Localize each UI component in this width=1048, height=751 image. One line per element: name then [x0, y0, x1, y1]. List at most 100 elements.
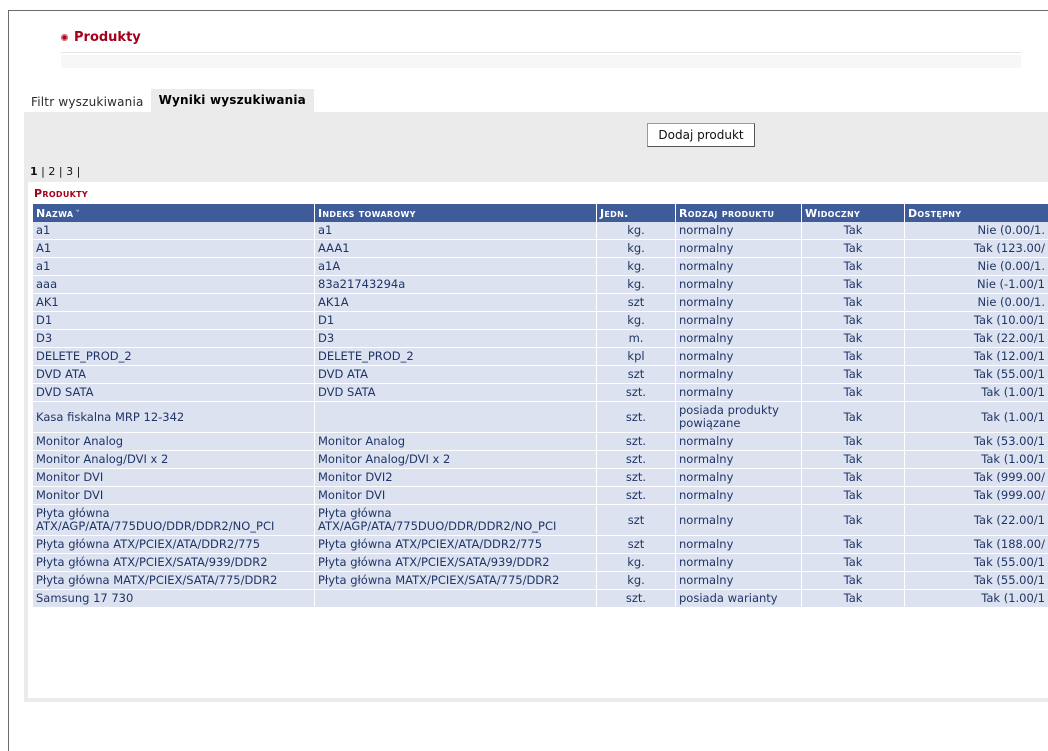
cell-visible: Tak	[802, 384, 904, 402]
cell-name[interactable]: Monitor Analog/DVI x 2	[33, 451, 314, 469]
cell-index: Monitor DVI2	[315, 469, 596, 487]
page-current: 1	[30, 165, 38, 178]
cell-name[interactable]: a1	[33, 258, 314, 276]
cell-index: Płyta główna ATX/AGP/ATA/775DUO/DDR/DDR2…	[315, 505, 596, 536]
table-row[interactable]: Samsung 17 730 szt. posiada warianty Tak Tak…	[33, 590, 1048, 608]
cell-type: normalny	[676, 433, 801, 451]
column-header-name[interactable]: Nazwa ˇ	[33, 204, 314, 222]
table-row[interactable]: Płyta główna ATX/PCIEX/SATA/939/DDR2 Płyt…	[33, 554, 1048, 572]
products-table: Nazwa ˇ Indeks towarowy Jedn. Rodzaj prod…	[32, 204, 1048, 608]
page-title: Produkty	[61, 30, 141, 45]
table-row[interactable]: aaa 83a21743294a kg. normalny Tak Nie (-1.00/…	[33, 276, 1048, 294]
add-product-button[interactable]: Dodaj produkt	[647, 123, 755, 147]
cell-visible: Tak	[802, 366, 904, 384]
cell-available: Tak (55.00/1	[905, 554, 1048, 572]
tab-search-results[interactable]: Wyniki wyszukiwania	[150, 89, 314, 112]
cell-name[interactable]: aaa	[33, 276, 314, 294]
cell-unit: kg.	[597, 312, 675, 330]
cell-index: Płyta główna MATX/PCIEX/SATA/775/DDR2	[315, 572, 596, 590]
cell-name[interactable]: Płyta główna ATX/PCIEX/SATA/939/DDR2	[33, 554, 314, 572]
cell-available: Tak (55.00/1	[905, 366, 1048, 384]
column-header-type[interactable]: Rodzaj produktu	[676, 204, 801, 222]
cell-visible: Tak	[802, 294, 904, 312]
cell-index: Monitor Analog	[315, 433, 596, 451]
cell-name[interactable]: Samsung 17 730	[33, 590, 314, 608]
column-header-unit[interactable]: Jedn.	[597, 204, 675, 222]
cell-visible: Tak	[802, 469, 904, 487]
table-row[interactable]: Monitor Analog Monitor Analog szt. normalny…	[33, 433, 1048, 451]
cell-unit: szt	[597, 294, 675, 312]
tab-search-filter[interactable]: Filtr wyszukiwania	[24, 92, 151, 112]
cell-visible: Tak	[802, 222, 904, 240]
cell-visible: Tak	[802, 402, 904, 433]
cell-name[interactable]: AK1	[33, 294, 314, 312]
cell-type: normalny	[676, 469, 801, 487]
results-title: Produkty	[34, 187, 89, 200]
table-row[interactable]: Monitor DVI Monitor DVI2 szt. normalny Tak Ta…	[33, 469, 1048, 487]
page-link-3[interactable]: 3	[66, 165, 73, 178]
cell-visible: Tak	[802, 590, 904, 608]
cell-name[interactable]: Płyta główna ATX/PCIEX/ATA/DDR2/775	[33, 536, 314, 554]
table-row[interactable]: a1 a1 kg. normalny Tak Nie (0.00/1.	[33, 222, 1048, 240]
cell-available: Tak (1.00/1	[905, 384, 1048, 402]
cell-name[interactable]: Płyta główna MATX/PCIEX/SATA/775/DDR2	[33, 572, 314, 590]
cell-type: normalny	[676, 384, 801, 402]
table-row[interactable]: AK1 AK1A szt normalny Tak Nie (0.00/1.	[33, 294, 1048, 312]
page-title-text: Produkty	[74, 30, 141, 45]
cell-available: Tak (1.00/1	[905, 402, 1048, 433]
cell-visible: Tak	[802, 554, 904, 572]
table-row[interactable]: Monitor Analog/DVI x 2 Monitor Analog/DVI…	[33, 451, 1048, 469]
cell-name[interactable]: Kasa fiskalna MRP 12-342	[33, 402, 314, 433]
cell-index	[315, 590, 596, 608]
table-row[interactable]: DVD ATA DVD ATA szt normalny Tak Tak (55.00/1	[33, 366, 1048, 384]
table-row[interactable]: Płyta główna ATX/AGP/ATA/775DUO/DDR/DDR2…	[33, 505, 1048, 536]
cell-name[interactable]: Monitor Analog	[33, 433, 314, 451]
table-row[interactable]: DVD SATA DVD SATA szt. normalny Tak Tak (1.00…	[33, 384, 1048, 402]
cell-index: a1	[315, 222, 596, 240]
column-header-visible[interactable]: Widoczny	[802, 204, 904, 222]
cell-index: DVD SATA	[315, 384, 596, 402]
cell-name[interactable]: A1	[33, 240, 314, 258]
cell-unit: kg.	[597, 258, 675, 276]
cell-unit: szt	[597, 366, 675, 384]
cell-type: normalny	[676, 487, 801, 505]
cell-name[interactable]: D1	[33, 312, 314, 330]
table-row[interactable]: DELETE_PROD_2 DELETE_PROD_2 kpl normalny Tak…	[33, 348, 1048, 366]
cell-unit: szt	[597, 505, 675, 536]
cell-index: 83a21743294a	[315, 276, 596, 294]
table-row[interactable]: a1 a1A kg. normalny Tak Nie (0.00/1.	[33, 258, 1048, 276]
cell-type: posiada warianty	[676, 590, 801, 608]
sort-desc-icon[interactable]: ˇ	[75, 210, 80, 220]
cell-type: normalny	[676, 572, 801, 590]
table-row[interactable]: Kasa fiskalna MRP 12-342 szt. posiada prod…	[33, 402, 1048, 433]
table-row[interactable]: D3 D3 m. normalny Tak Tak (22.00/1	[33, 330, 1048, 348]
cell-name[interactable]: a1	[33, 222, 314, 240]
cell-visible: Tak	[802, 330, 904, 348]
cell-index: Płyta główna ATX/PCIEX/ATA/DDR2/775	[315, 536, 596, 554]
cell-name[interactable]: DVD SATA	[33, 384, 314, 402]
cell-name[interactable]: Płyta główna ATX/AGP/ATA/775DUO/DDR/DDR2…	[33, 505, 314, 536]
cell-name[interactable]: Monitor DVI	[33, 469, 314, 487]
cell-unit: szt.	[597, 487, 675, 505]
cell-unit: szt	[597, 536, 675, 554]
cell-name[interactable]: DELETE_PROD_2	[33, 348, 314, 366]
cell-visible: Tak	[802, 258, 904, 276]
cell-name[interactable]: Monitor DVI	[33, 487, 314, 505]
table-row[interactable]: A1 AAA1 kg. normalny Tak Tak (123.00/	[33, 240, 1048, 258]
cell-unit: szt.	[597, 469, 675, 487]
page-link-2[interactable]: 2	[48, 165, 55, 178]
table-row[interactable]: Płyta główna MATX/PCIEX/SATA/775/DDR2 Pły…	[33, 572, 1048, 590]
cell-name[interactable]: DVD ATA	[33, 366, 314, 384]
column-header-available[interactable]: Dostępny	[905, 204, 1048, 222]
cell-index	[315, 402, 596, 433]
table-row[interactable]: D1 D1 kg. normalny Tak Tak (10.00/1	[33, 312, 1048, 330]
cell-visible: Tak	[802, 433, 904, 451]
cell-visible: Tak	[802, 536, 904, 554]
table-row[interactable]: Monitor DVI Monitor DVI szt. normalny Tak Tak…	[33, 487, 1048, 505]
table-row[interactable]: Płyta główna ATX/PCIEX/ATA/DDR2/775 Płyta…	[33, 536, 1048, 554]
cell-index: Monitor Analog/DVI x 2	[315, 451, 596, 469]
table-header-row: Nazwa ˇ Indeks towarowy Jedn. Rodzaj prod…	[33, 204, 1048, 222]
column-header-index[interactable]: Indeks towarowy	[315, 204, 596, 222]
cell-name[interactable]: D3	[33, 330, 314, 348]
cell-index: Monitor DVI	[315, 487, 596, 505]
